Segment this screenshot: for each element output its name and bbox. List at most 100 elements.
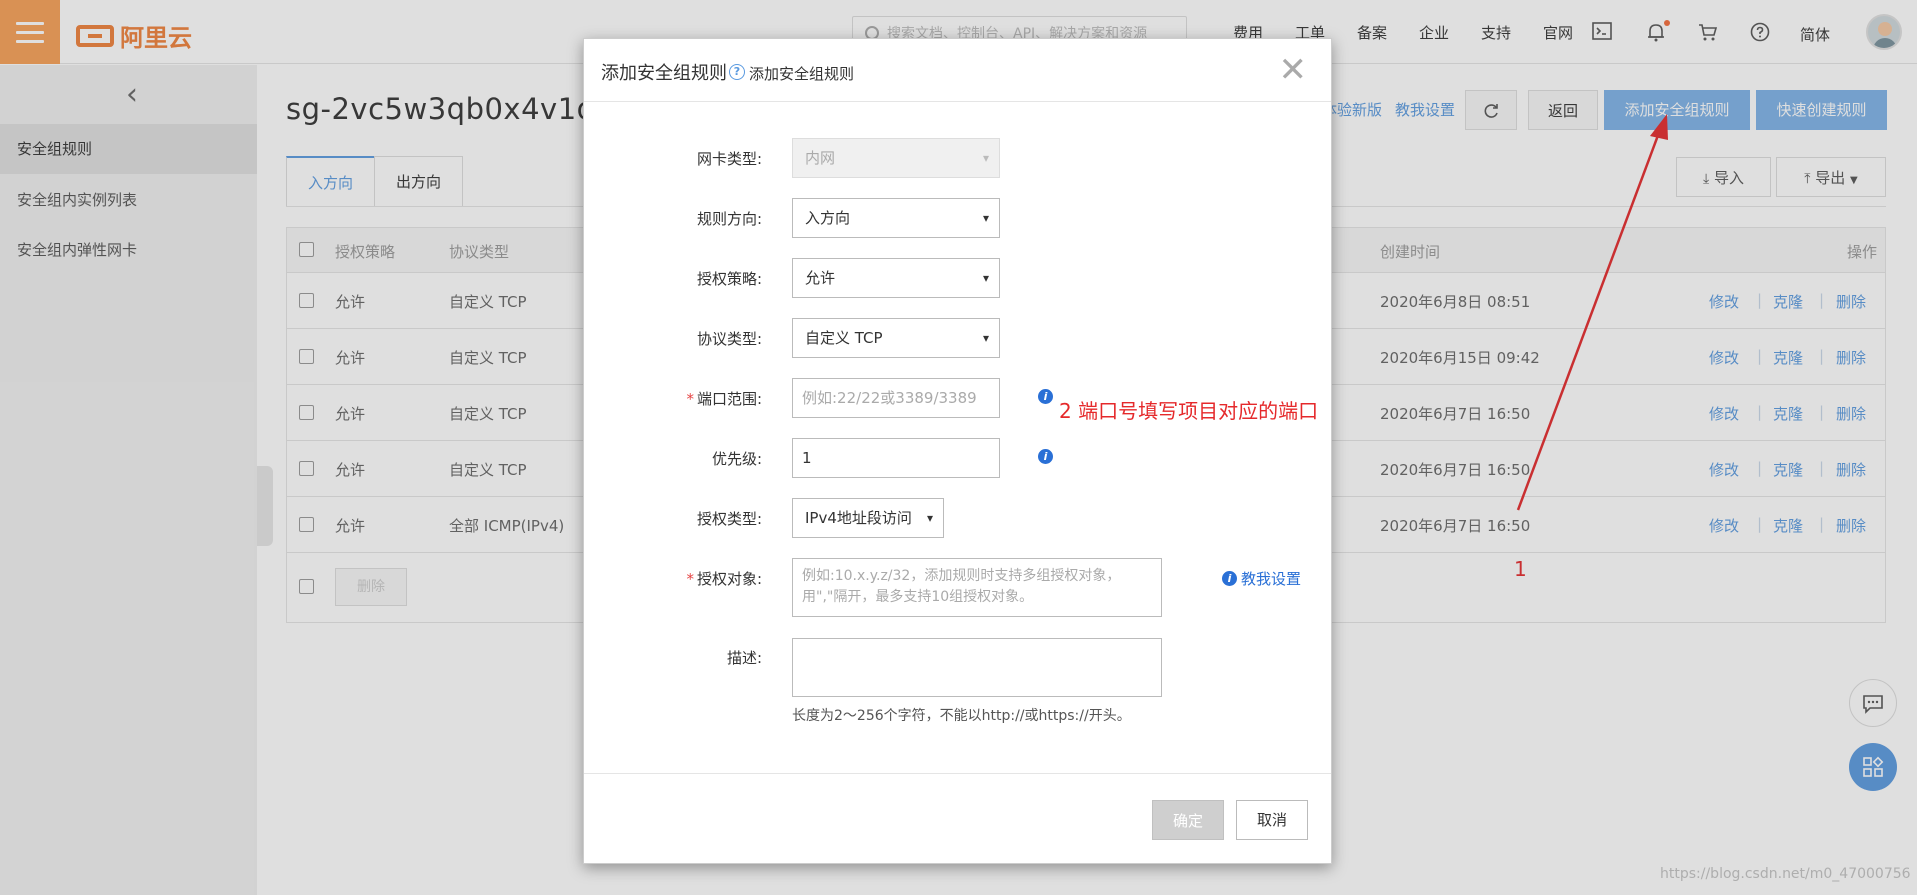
clone-link[interactable]: 克隆: [1773, 291, 1803, 312]
sidebar-item-rules[interactable]: 安全组规则: [0, 124, 257, 174]
clone-link[interactable]: 克隆: [1773, 347, 1803, 368]
guide-link[interactable]: 教我设置: [1395, 90, 1455, 130]
modify-link[interactable]: 修改: [1709, 291, 1739, 312]
direction-tabs: 入方向 出方向: [286, 156, 464, 206]
notification-dot: [1664, 20, 1670, 26]
delete-link[interactable]: 删除: [1836, 291, 1866, 312]
sidebar-item-eni[interactable]: 安全组内弹性网卡: [0, 225, 257, 275]
close-icon[interactable]: ✕: [1279, 53, 1308, 87]
sidebar: ‹ 安全组规则 安全组内实例列表 安全组内弹性网卡: [0, 65, 257, 895]
help-icon[interactable]: [1750, 22, 1770, 42]
annotation-step-2: 2 端口号填写项目对应的端口: [1059, 399, 1319, 423]
footer-select-checkbox[interactable]: [299, 579, 314, 594]
direction-label: 规则方向:: [696, 210, 762, 228]
priority-input[interactable]: 1: [792, 438, 1000, 478]
modify-link[interactable]: 修改: [1709, 403, 1739, 424]
nav-item-support[interactable]: 支持: [1465, 22, 1527, 43]
tab-inbound[interactable]: 入方向: [286, 156, 375, 206]
delete-link[interactable]: 删除: [1836, 515, 1866, 536]
action-separator: |: [1757, 459, 1763, 477]
action-separator: |: [1757, 347, 1763, 365]
chat-icon: [1863, 695, 1883, 714]
description-hint: 长度为2～256个字符，不能以http://或https://开头。: [792, 708, 1131, 724]
row-protocol: 全部 ICMP(IPv4): [449, 517, 565, 535]
dialog-help-link[interactable]: 添加安全组规则: [749, 63, 854, 84]
dialog-header: 添加安全组规则 ? 添加安全组规则 ✕: [584, 39, 1331, 102]
delete-link[interactable]: 删除: [1836, 459, 1866, 480]
chevron-down-icon: ▾: [982, 331, 989, 345]
cancel-button[interactable]: 取消: [1236, 800, 1308, 840]
port-range-input[interactable]: 例如:22/22或3389/3389: [792, 378, 1000, 418]
policy-select[interactable]: 允许 ▾: [792, 258, 1000, 298]
info-icon[interactable]: i: [1038, 449, 1053, 464]
row-checkbox[interactable]: [299, 405, 314, 420]
chevron-down-icon: ▾: [926, 511, 933, 525]
header-created: 创建时间: [1380, 243, 1441, 261]
row-checkbox[interactable]: [299, 293, 314, 308]
delete-link[interactable]: 删除: [1836, 403, 1866, 424]
language-switch[interactable]: 简体: [1800, 24, 1830, 45]
description-textarea[interactable]: [792, 638, 1162, 697]
action-separator: |: [1819, 459, 1825, 477]
modify-link[interactable]: 修改: [1709, 459, 1739, 480]
bell-icon[interactable]: [1646, 22, 1666, 42]
nic-type-select: 内网 ▾: [792, 138, 1000, 178]
import-icon: ⤓: [1703, 171, 1710, 187]
row-policy: 允许: [335, 517, 366, 535]
apps-icon: [1863, 756, 1884, 777]
refresh-icon: [1484, 104, 1498, 118]
back-arrow-icon[interactable]: ‹: [126, 77, 138, 112]
sidebar-item-instances[interactable]: 安全组内实例列表: [0, 175, 257, 225]
logo-text: 阿里云: [120, 24, 192, 52]
auth-guide-link[interactable]: 教我设置: [1241, 568, 1301, 589]
nic-type-value: 内网: [805, 149, 836, 167]
cart-icon[interactable]: [1698, 22, 1718, 42]
hamburger-menu-button[interactable]: [0, 0, 60, 64]
apps-float-button[interactable]: [1849, 743, 1897, 791]
chevron-down-icon: ▾: [982, 271, 989, 285]
row-checkbox[interactable]: [299, 349, 314, 364]
quick-create-rule-button[interactable]: 快速创建规则: [1756, 90, 1887, 130]
aliyun-logo-icon: [76, 24, 114, 47]
row-checkbox[interactable]: [299, 461, 314, 476]
question-icon[interactable]: ?: [729, 64, 745, 80]
clone-link[interactable]: 克隆: [1773, 459, 1803, 480]
direction-value: 入方向: [805, 209, 851, 227]
chat-float-button[interactable]: [1849, 679, 1897, 727]
modify-link[interactable]: 修改: [1709, 515, 1739, 536]
action-separator: |: [1757, 291, 1763, 309]
auth-type-value: IPv4地址段访问: [805, 509, 912, 527]
import-button[interactable]: ⤓ 导入: [1676, 157, 1771, 197]
select-all-checkbox[interactable]: [299, 242, 314, 257]
nav-item-enterprise[interactable]: 企业: [1403, 22, 1465, 43]
row-checkbox[interactable]: [299, 517, 314, 532]
logo[interactable]: 阿里云: [76, 18, 192, 53]
clone-link[interactable]: 克隆: [1773, 403, 1803, 424]
avatar[interactable]: [1866, 14, 1902, 50]
terminal-icon[interactable]: [1592, 22, 1612, 42]
delete-link[interactable]: 删除: [1836, 347, 1866, 368]
nav-item-official-site[interactable]: 官网: [1527, 22, 1589, 43]
direction-select[interactable]: 入方向 ▾: [792, 198, 1000, 238]
port-range-label-text: 端口范围:: [696, 390, 762, 408]
row-protocol: 自定义 TCP: [449, 405, 527, 423]
export-button[interactable]: ⤒ 导出 ▼: [1776, 157, 1886, 197]
required-mark: *: [686, 390, 694, 408]
auth-type-select[interactable]: IPv4地址段访问 ▾: [792, 498, 944, 538]
auth-object-textarea[interactable]: 例如:10.x.y.z/32，添加规则时支持多组授权对象， 用","隔开，最多支…: [792, 558, 1162, 617]
modify-link[interactable]: 修改: [1709, 347, 1739, 368]
info-icon[interactable]: i: [1038, 389, 1053, 404]
confirm-button[interactable]: 确定: [1152, 800, 1224, 840]
tab-outbound[interactable]: 出方向: [374, 156, 464, 206]
add-rule-dialog: 添加安全组规则 ? 添加安全组规则 ✕ 网卡类型: 内网 ▾ 规则方向: 入方向…: [583, 38, 1332, 864]
clone-link[interactable]: 克隆: [1773, 515, 1803, 536]
bulk-delete-button[interactable]: 删除: [335, 568, 407, 606]
annotation-step-1: 1: [1514, 557, 1527, 581]
policy-value: 允许: [805, 269, 836, 287]
sidebar-collapse-handle[interactable]: [257, 466, 273, 546]
nav-item-filing[interactable]: 备案: [1341, 22, 1403, 43]
action-separator: |: [1819, 347, 1825, 365]
protocol-select[interactable]: 自定义 TCP ▾: [792, 318, 1000, 358]
chevron-down-icon: ▾: [982, 151, 989, 165]
action-separator: |: [1819, 291, 1825, 309]
